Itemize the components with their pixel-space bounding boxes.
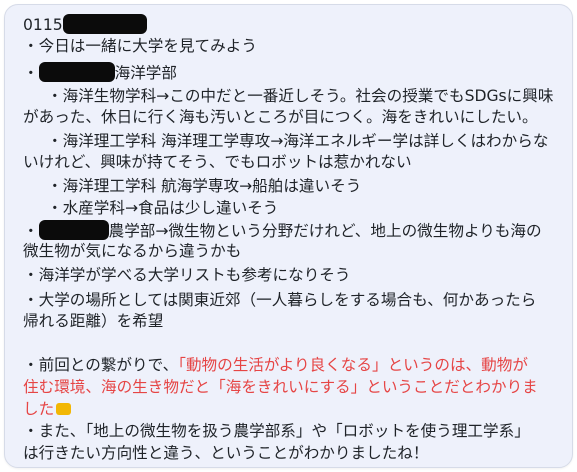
faculty-name: 海洋学部 <box>114 64 177 82</box>
message-line: ・海洋理工学科 航海学専攻→船舶は違いそう <box>47 177 362 195</box>
message-line: があった、休日に行く海も汚いところが目につく。海をきれいにしたい。 <box>23 108 538 126</box>
message-line-id: 0115 <box>23 14 147 36</box>
yellow-heart-icon <box>56 403 72 415</box>
message-line: ・今日は一緒に大学を見てみよう <box>23 37 257 55</box>
message-line: した <box>23 399 72 420</box>
message-line: は行きたい方向性と違う、ということがわかりましたね！ <box>23 444 429 462</box>
chat-message-bubble: 0115 ・今日は一緒に大学を見てみよう ・ 海洋学部 ・海洋生物学科→この中だと… <box>4 4 573 468</box>
id-prefix: 0115 <box>23 16 63 34</box>
text-highlight: 「動物の生活がより良くなる」というのは、動物が <box>178 356 528 374</box>
text-black: ・前回との繋がりで、 <box>23 356 179 374</box>
message-line: 帰れる距離）を希望 <box>23 312 164 330</box>
faculty-text: 農学部→微生物という分野だけれど、地上の微生物よりも海の <box>108 222 542 240</box>
message-line: ・海洋学が学べる大学リストも参考になりそう <box>23 266 351 284</box>
message-line: ・前回との繋がりで、「動物の生活がより良くなる」というのは、動物が <box>23 355 528 376</box>
message-line: いけれど、興味が持てそう、でもロボットは惹かれない <box>23 153 412 171</box>
message-line: ・海洋理工学科 海洋理工学専攻→海洋エネルギー学は詳しくはわからな <box>47 132 549 150</box>
message-line: ・ 海洋学部 <box>23 62 177 84</box>
bullet: ・ <box>23 64 39 82</box>
redacted-university <box>38 62 115 82</box>
message-line-highlight: 住む環境、海の生き物だと「海をきれいにする」ということだとわかりま <box>23 378 538 396</box>
redacted-name <box>62 14 147 34</box>
message-line: ・海洋生物学科→この中だと一番近しそう。社会の授業でもSDGsに興味 <box>47 87 554 105</box>
message-line: ・ 農学部→微生物という分野だけれど、地上の微生物よりも海の <box>23 220 542 242</box>
bullet: ・ <box>23 222 39 240</box>
message-line: ・大学の場所としては関東近郊（一人暮らしをする場合も、何かあったら <box>23 291 537 309</box>
redacted-university <box>38 220 109 240</box>
text-highlight: した <box>23 400 55 418</box>
message-line: ・水産学科→食品は少し違いそう <box>47 199 279 217</box>
message-line: 微生物が気になるから違うかも <box>23 242 242 260</box>
message-line: ・また、「地上の微生物を扱う農学部系」や「ロボットを使う理工学系」 <box>23 422 530 440</box>
